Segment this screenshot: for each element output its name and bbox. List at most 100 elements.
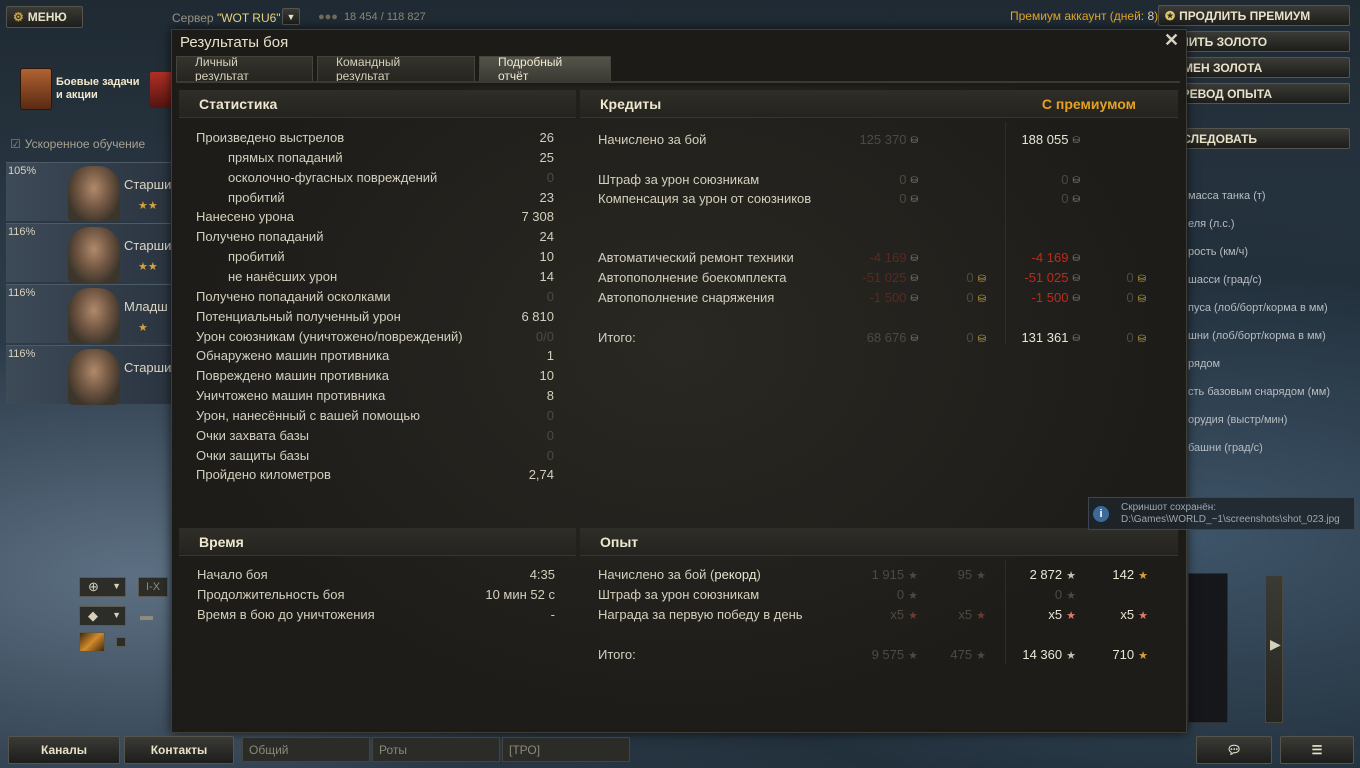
time-label: Время в бою до уничтожения [197,607,375,622]
xp-label: Начислено за бой (рекорд) [598,567,761,582]
chat-tab-clan[interactable]: [ТРО] [502,737,630,762]
credit-premium-value: 0 ⛁ [1061,172,1080,187]
credit-base-value: -4 169 ⛁ [869,250,918,265]
tier-filter[interactable]: I-X [138,577,168,597]
stat-label: Пройдено километров [196,467,331,482]
menu-button[interactable]: ⚙ МЕНЮ [6,6,83,28]
gold-base-value: 0 ⛁ [966,269,986,289]
tank-icon[interactable]: ▬ [140,608,153,623]
gold-icon: ⛁ [1137,274,1146,285]
time-label: Продолжительность боя [197,587,345,602]
screenshot-notification[interactable]: i Скриншот сохранён: D:\Games\WORLD_~1\s… [1088,497,1355,530]
premium-account-label: Премиум аккаунт (дней: 8) [1010,9,1159,23]
accelerated-training-toggle[interactable]: ☑ Ускоренное обучение [10,137,145,151]
star-icon: ✪ [1165,8,1176,23]
stat-row: Урон, нанесённый с вашей помощью 0 [196,407,554,425]
stat-value: 25 [539,150,554,165]
xp-star-icon: ★ [1066,650,1076,662]
time-row: Начало боя 4:35 [197,566,555,584]
section-header-xp: Опыт [580,528,1178,556]
credits-icon: ⛁ [910,175,918,185]
crew-card[interactable]: 116% Старши [6,345,174,405]
stat-label: прямых попаданий [228,150,343,165]
xp-star-icon: ★ [976,610,986,622]
stat-label: Уничтожено машин противника [196,388,386,403]
stat-row: пробитий 23 [228,189,554,207]
nation-filter-dropdown[interactable]: ⊕ ▼ [79,577,126,597]
credits-icon: ⛁ [1072,175,1080,185]
stat-value: 10 [539,368,554,383]
vehicle-param-label: башни (град/с) [1188,442,1263,454]
tab-personal[interactable]: Личный результат [176,55,313,83]
vehicle-carousel-slot[interactable] [1188,573,1228,723]
stat-value: 1 [546,348,554,363]
time-value: 10 мин 52 с [485,587,555,602]
promo-icon[interactable] [150,72,172,108]
server-name: "WOT RU6" [216,11,281,25]
carousel-scroll-right-button[interactable]: ▶ [1265,575,1283,723]
tab-team[interactable]: Командный результат [317,55,475,83]
vehicle-param-label: рядом [1188,358,1221,370]
quests-label[interactable]: Боевые задачи и акции [56,76,146,102]
chat-bubble-button[interactable]: 💬︎ [1196,736,1272,764]
extend-premium-button[interactable]: ✪ ПРОДЛИТЬ ПРЕМИУМ [1158,5,1350,26]
credits-icon: ⛁ [910,333,918,343]
xp-base-value: 1 915 ★ [872,566,918,585]
notifications-list-button[interactable]: ☰ [1280,736,1354,764]
xp-star-icon: ★ [908,590,918,602]
stat-label: Повреждено машин противника [196,368,389,383]
stat-value: 0 [546,448,554,463]
checkbox-icon: ☑ [10,137,21,151]
credit-base-value: -1 500 ⛁ [869,290,918,305]
credit-row: Автопополнение снаряжения -1 500 ⛁ 0 ⛁ -1 500… [598,289,1158,307]
section-header-time: Время [179,528,576,556]
vehicle-param-label: рость (км/ч) [1188,246,1249,258]
xp-star-icon: ★ [1066,590,1076,602]
filter-checkbox[interactable] [116,637,126,647]
crew-portrait [68,166,120,222]
window-title: Результаты боя [180,34,289,51]
chat-tab-general[interactable]: Общий [242,737,370,762]
tank-type-icon: ◆ [88,608,98,623]
gold-icon: ⛁ [977,294,986,305]
gold-icon: ⛁ [1137,294,1146,305]
xp-star-icon: ★ [1138,650,1148,662]
crew-card[interactable]: 105% Старши ★★ [6,162,174,222]
close-icon[interactable]: ✕ [1164,30,1179,51]
stat-row: Произведено выстрелов 26 [196,129,554,147]
stat-value: 8 [546,388,554,403]
menu-label: МЕНЮ [27,10,67,24]
stat-label: Очки защиты базы [196,448,310,463]
contacts-button[interactable]: Контакты [124,736,234,764]
vehicle-param-label: шасси (град/с) [1188,274,1262,286]
time-value: 4:35 [529,567,555,582]
gear-icon: ⚙ [13,10,24,24]
chevron-right-icon: ▶ [1270,636,1281,652]
credit-row: Начислено за бой 125 370 ⛁ 188 055 ⛁ [598,131,1158,149]
credits-icon: ⛁ [1072,194,1080,204]
free-xp-premium-value: 142 ★ [1112,566,1148,585]
credits-icon: ⛁ [1072,293,1080,303]
vehicle-param-label: орудия (выстр/мин) [1188,414,1288,426]
crew-card[interactable]: 116% Старши ★★ [6,223,174,283]
online-count: ●●● 18 454 / 118 827 [318,11,426,23]
chat-tab-companies[interactable]: Роты [372,737,500,762]
info-icon: i [1093,506,1109,522]
stat-row: Получено попаданий осколками 0 [196,288,554,306]
stat-value: 0 [546,428,554,443]
channels-button[interactable]: Каналы [8,736,120,764]
server-dropdown-button[interactable]: ▼ [282,8,300,25]
vehicle-param-label: шни (лоб/борт/корма в мм) [1188,330,1326,342]
quests-icon[interactable] [20,68,52,110]
gold-premium-value: 0 ⛁ [1126,269,1146,289]
credit-label: Автопополнение боекомплекта [598,270,787,285]
type-filter-dropdown[interactable]: ◆ ▼ [79,606,126,626]
xp-label: Награда за первую победу в день [598,607,803,622]
tab-detailed[interactable]: Подробный отчёт [479,55,611,83]
crew-card[interactable]: 116% Младш ★ [6,284,174,344]
xp-premium-value: x5 ★ [1048,606,1076,625]
premium-filter-button[interactable] [79,632,105,652]
xp-star-icon: ★ [1066,570,1076,582]
xp-base-value: 0 ★ [897,586,918,605]
credit-label: Итого: [598,330,636,345]
